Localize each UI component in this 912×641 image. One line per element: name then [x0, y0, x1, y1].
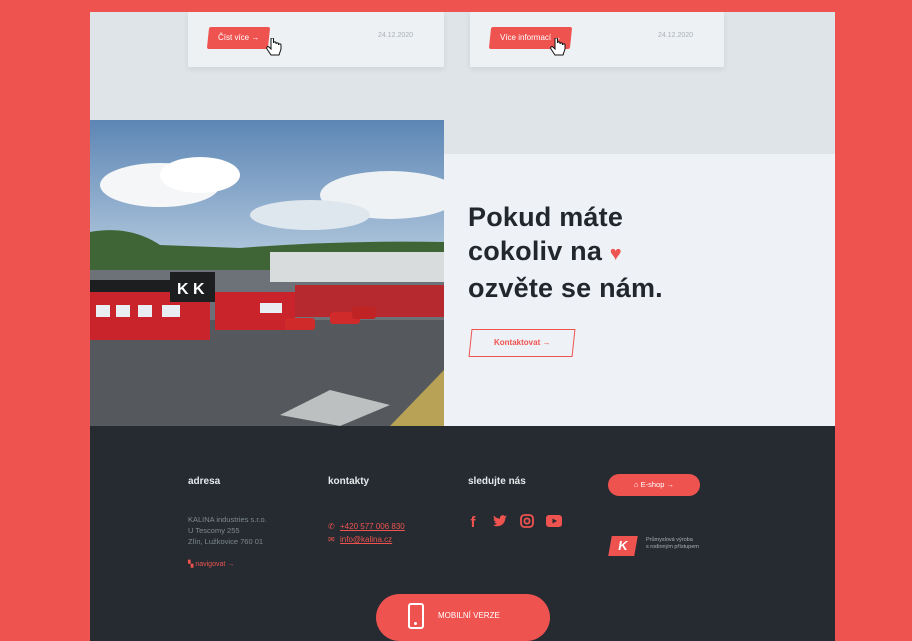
youtube-icon[interactable] [546, 514, 562, 532]
building-sign: K K [177, 281, 205, 298]
hand-cursor-icon [550, 38, 566, 56]
phone-icon: ✆ [328, 522, 335, 531]
twitter-icon[interactable] [492, 514, 508, 532]
page-container: Číst více → 24.12.2020 Více informací → … [90, 12, 835, 641]
address-heading: adresa [188, 476, 221, 487]
social-links: f [465, 514, 562, 532]
mobile-version-label: MOBILNÍ VERZE [438, 611, 500, 620]
instagram-icon[interactable] [519, 514, 535, 532]
heart-icon: ♥ [609, 243, 622, 265]
map-icon: ▚ [188, 561, 194, 568]
card-date: 24.12.2020 [378, 32, 414, 39]
social-heading: sledujte nás [468, 476, 526, 487]
card-date: 24.12.2020 [658, 32, 694, 39]
smartphone-icon [408, 603, 424, 629]
mail-icon: ✉ [328, 535, 335, 544]
contacts-heading: kontakty [328, 476, 370, 487]
footer: adresa KALINA industries s.r.o. U Tescom… [90, 426, 835, 641]
factory-photo: K K [90, 120, 444, 426]
navigate-link[interactable]: ▚ navigovat → [188, 560, 234, 568]
eshop-button[interactable]: ⌂ E-shop → [608, 474, 700, 496]
facebook-icon[interactable]: f [465, 514, 481, 532]
contact-button[interactable]: Kontaktovat → [468, 329, 576, 357]
mobile-version-button[interactable]: MOBILNÍ VERZE [376, 594, 550, 641]
phone-link[interactable]: ✆ +420 577 006 830 [328, 522, 405, 531]
read-more-button[interactable]: Číst více → [206, 27, 271, 49]
logo-tagline: Průmyslová výroba s rodinným přístupem [646, 537, 699, 550]
kalina-logo[interactable]: K [608, 536, 638, 556]
shopping-bag-icon: ⌂ [634, 480, 639, 489]
contact-cta-panel: Pokud máte cokoliv na ♥ ozvěte se nám. K… [444, 154, 835, 426]
address-text: KALINA industries s.r.o. U Tescomy 255 Z… [188, 515, 267, 546]
email-link[interactable]: ✉ info@kalina.cz [328, 535, 392, 544]
hand-cursor-icon [266, 38, 282, 56]
news-card: Číst více → 24.12.2020 [188, 12, 444, 67]
news-card: Více informací → 24.12.2020 [470, 12, 724, 67]
cta-heading: Pokud máte cokoliv na ♥ ozvěte se nám. [468, 202, 663, 303]
